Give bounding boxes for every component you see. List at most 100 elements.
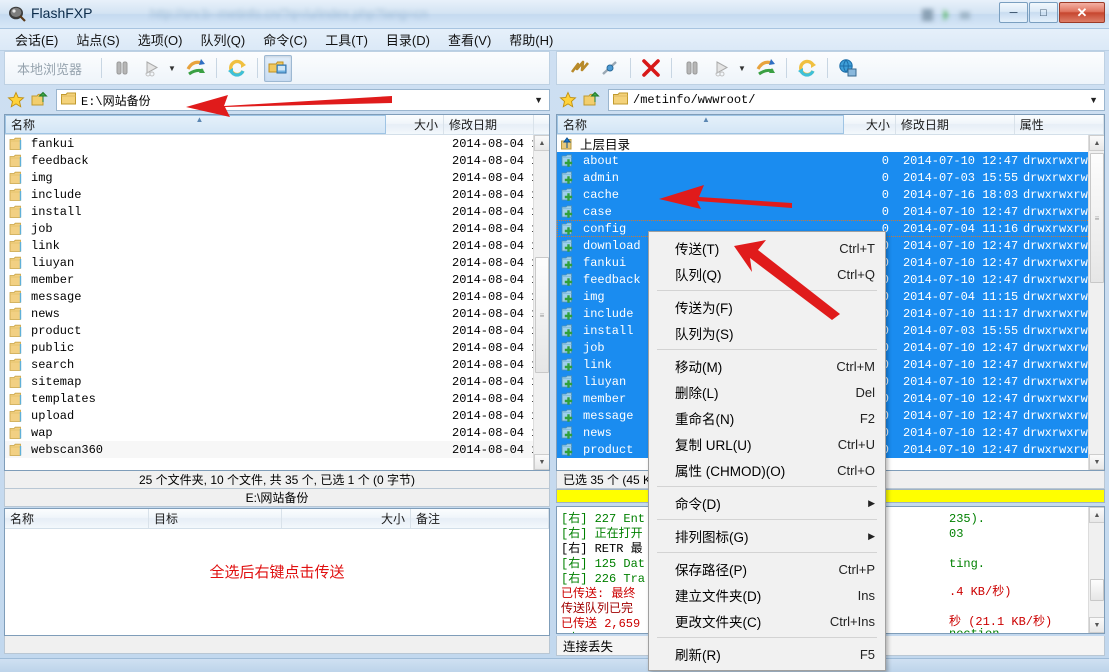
table-row[interactable]: job2014-08-04 11:33 [5,220,549,237]
context-menu-item-3[interactable]: 传送为(F) [649,294,885,320]
dropdown-arrow-icon[interactable]: ▼ [737,64,751,73]
table-row[interactable]: about02014-07-10 12:47drwxrwxrwx [557,152,1104,169]
close-button[interactable]: ✕ [1059,2,1105,23]
table-row[interactable]: upload2014-08-04 12:23 [5,407,549,424]
play-icon[interactable] [708,55,736,82]
abort-icon[interactable] [637,55,665,82]
column-header-2[interactable]: 修改日期 [444,115,534,134]
context-menu-item-18[interactable]: 更改文件夹(C)Ctrl+Ins [649,608,885,634]
menu-item-3[interactable]: 队列(Q) [191,28,254,51]
context-menu-item-8[interactable]: 重命名(N)F2 [649,405,885,431]
table-row[interactable]: cache02014-07-16 18:03drwxrwxrwx [557,186,1104,203]
right-path-combo[interactable]: /metinfo/wwwroot/ ▼ [608,89,1105,111]
menu-item-0[interactable]: 会话(E) [6,28,67,51]
context-menu-item-0[interactable]: 传送(T)Ctrl+T [649,235,885,261]
up-folder-icon[interactable] [28,89,52,111]
star-icon[interactable] [556,89,580,111]
browser-toggle-icon[interactable] [264,55,292,82]
table-row[interactable]: webscan3602014-08-04 12:23 [5,441,549,458]
table-row[interactable]: install2014-08-04 11:32 [5,203,549,220]
connect-icon[interactable] [566,55,594,82]
column-header-2[interactable]: 修改日期 [896,115,1015,134]
table-row[interactable]: message2014-08-04 11:38 [5,288,549,305]
remote-list-scrollbar[interactable]: ▲ ≡ ▼ [1088,135,1104,470]
pause-icon[interactable] [678,55,706,82]
table-row[interactable]: liuyan2014-08-04 11:33 [5,254,549,271]
table-row[interactable]: sitemap2014-08-04 12:07 [5,373,549,390]
table-row[interactable]: fankui2014-08-04 11:30 [5,135,549,152]
menu-item-2[interactable]: 选项(O) [129,28,192,51]
menu-item-7[interactable]: 查看(V) [439,28,500,51]
maximize-button[interactable]: □ [1029,2,1058,23]
dropdown-arrow-icon[interactable]: ▼ [167,64,181,73]
table-row[interactable]: wap2014-08-04 12:23 [5,424,549,441]
context-menu-item-12[interactable]: 命令(D)▶ [649,490,885,516]
context-menu-item-10[interactable]: 属性 (CHMOD)(O)Ctrl+O [649,457,885,483]
context-menu-item-7[interactable]: 删除(L)Del [649,379,885,405]
context-menu-item-14[interactable]: 排列图标(G)▶ [649,523,885,549]
star-icon[interactable] [4,89,28,111]
refresh-icon[interactable] [223,55,251,82]
table-row[interactable]: link2014-08-04 11:33 [5,237,549,254]
scroll-down-button[interactable]: ▼ [534,454,550,470]
table-row[interactable]: public2014-08-04 12:02 [5,339,549,356]
scroll-up-button[interactable]: ▲ [1089,135,1105,151]
context-menu-item-9[interactable]: 复制 URL(U)Ctrl+U [649,431,885,457]
menu-item-1[interactable]: 站点(S) [67,28,128,51]
pause-icon[interactable] [108,55,136,82]
local-list-body[interactable]: fankui2014-08-04 11:30feedback2014-08-04… [5,135,549,471]
remote-context-menu[interactable]: 传送(T)Ctrl+T队列(Q)Ctrl+Q 传送为(F)队列为(S) 移动(M)C… [648,231,886,671]
scroll-thumb[interactable] [1090,579,1104,601]
table-row[interactable]: admin02014-07-03 15:55drwxrwxrwx [557,169,1104,186]
chevron-down-icon[interactable]: ▼ [1089,95,1098,105]
column-header-3[interactable]: 备注 [411,509,549,528]
scroll-up-button[interactable]: ▲ [534,135,550,151]
minimize-button[interactable]: ─ [999,2,1028,23]
scroll-down-button[interactable]: ▼ [1089,617,1105,633]
play-icon[interactable] [138,55,166,82]
globe-icon[interactable] [834,55,862,82]
column-header-1[interactable]: 大小 [844,115,896,134]
local-list-scrollbar[interactable]: ▲ ≡ ▼ [533,135,549,470]
column-header-1[interactable]: 大小 [386,115,444,134]
column-header-0[interactable]: 名称 [5,509,149,528]
transfer-icon[interactable] [752,55,780,82]
scroll-down-button[interactable]: ▼ [1089,454,1105,470]
context-menu-item-20[interactable]: 刷新(R)F5 [649,641,885,667]
table-row[interactable]: img2014-08-04 11:30 [5,169,549,186]
chevron-down-icon[interactable]: ▼ [534,95,543,105]
column-header-1[interactable]: 目标 [149,509,282,528]
menu-item-4[interactable]: 命令(C) [254,28,316,51]
context-menu-item-16[interactable]: 保存路径(P)Ctrl+P [649,556,885,582]
column-header-3[interactable]: 属性 [1015,115,1104,134]
menu-item-8[interactable]: 帮助(H) [500,28,562,51]
left-path-combo[interactable]: E:\网站备份 ▼ [56,89,550,111]
context-menu-item-6[interactable]: 移动(M)Ctrl+M [649,353,885,379]
up-folder-icon[interactable] [580,89,604,111]
menu-item-5[interactable]: 工具(T) [316,28,377,51]
scroll-up-button[interactable]: ▲ [1089,507,1105,523]
table-row[interactable]: templates2014-08-04 12:19 [5,390,549,407]
disconnect-icon[interactable] [596,55,624,82]
table-row[interactable]: product2014-08-04 11:44 [5,322,549,339]
table-row[interactable]: member2014-08-04 11:38 [5,271,549,288]
parent-directory-row[interactable]: 上层目录 [557,135,1104,152]
scroll-thumb[interactable]: ≡ [1090,153,1104,283]
table-row[interactable]: include2014-08-04 11:32 [5,186,549,203]
table-row[interactable]: feedback2014-08-04 11:30 [5,152,549,169]
menu-item-6[interactable]: 目录(D) [377,28,439,51]
window-controls[interactable]: ─ □ ✕ [999,2,1105,23]
context-menu-item-1[interactable]: 队列(Q)Ctrl+Q [649,261,885,287]
column-header-2[interactable]: 大小 [282,509,411,528]
log-scrollbar[interactable]: ▲ ▼ [1088,507,1104,633]
scroll-thumb[interactable]: ≡ [535,257,549,373]
refresh-icon[interactable] [793,55,821,82]
transfer-icon[interactable] [182,55,210,82]
table-row[interactable]: news2014-08-04 11:40 [5,305,549,322]
column-header-0[interactable]: 名称▲ [5,115,386,134]
table-row[interactable]: case02014-07-10 12:47drwxrwxrwx [557,203,1104,220]
context-menu-item-4[interactable]: 队列为(S) [649,320,885,346]
column-header-0[interactable]: 名称▲ [557,115,844,134]
context-menu-item-17[interactable]: 建立文件夹(D)Ins [649,582,885,608]
table-row[interactable]: search2014-08-04 12:06 [5,356,549,373]
